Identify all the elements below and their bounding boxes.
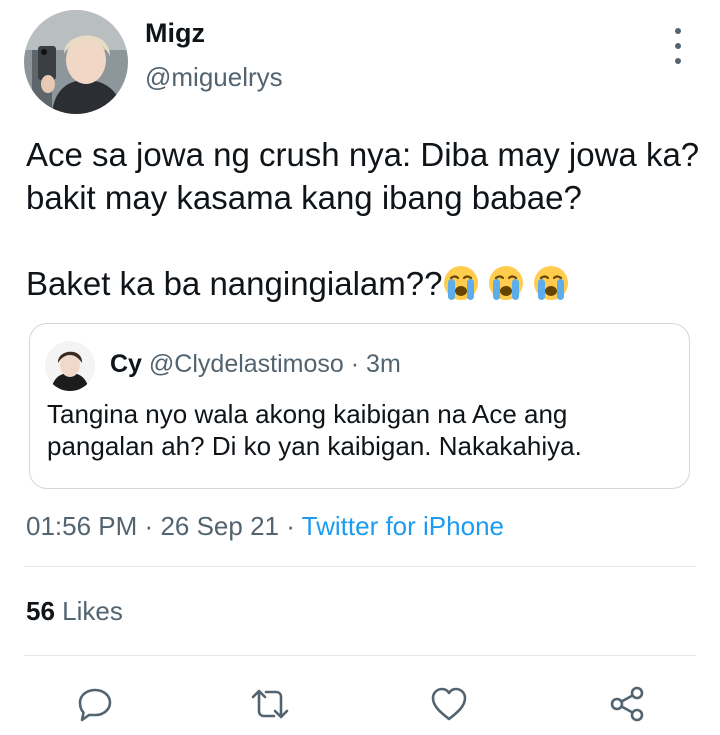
like-icon xyxy=(431,687,467,721)
quoted-separator: · xyxy=(350,350,360,378)
likes-stat[interactable]: 56 Likes xyxy=(26,596,123,627)
loudly-crying-face-icon xyxy=(444,266,479,300)
reply-icon xyxy=(78,688,112,722)
likes-label: Likes xyxy=(62,596,123,626)
likes-count: 56 xyxy=(26,596,55,626)
dot-icon xyxy=(675,28,681,34)
quoted-author-avatar xyxy=(45,341,95,391)
dot-icon xyxy=(675,58,681,64)
tweet-text-line: Ace sa jowa ng crush nya: Diba may jowa … xyxy=(26,136,700,216)
quoted-text: Tangina nyo wala akong kaibigan na Ace a… xyxy=(47,399,582,461)
quoted-header: Cy @Clydelastimoso · 3m xyxy=(110,350,401,379)
author-name[interactable]: Migz xyxy=(145,18,205,49)
loudly-crying-face-icon xyxy=(534,266,569,300)
divider xyxy=(24,566,696,567)
quoted-author-handle[interactable]: @Clydelastimoso xyxy=(149,350,344,378)
quoted-author-name[interactable]: Cy xyxy=(110,350,142,378)
tweet-text: Ace sa jowa ng crush nya: Diba may jowa … xyxy=(26,133,706,305)
meta-separator-2: · xyxy=(286,511,295,541)
reply-button[interactable] xyxy=(75,684,115,724)
author-avatar[interactable] xyxy=(24,10,128,114)
tweet-date[interactable]: 26 Sep 21 xyxy=(160,511,279,541)
share-icon xyxy=(610,686,644,722)
meta-separator: · xyxy=(144,511,154,541)
quoted-tweet[interactable]: Cy @Clydelastimoso · 3m Tangina nyo wala… xyxy=(29,323,690,489)
tweet-source-link[interactable]: Twitter for iPhone xyxy=(302,511,504,541)
divider-2 xyxy=(24,655,696,656)
like-button[interactable] xyxy=(429,684,469,724)
more-options-icon[interactable] xyxy=(664,28,692,64)
dot-icon xyxy=(675,43,681,49)
tweet-meta: 01:56 PM · 26 Sep 21 · Twitter for iPhon… xyxy=(26,511,504,542)
tweet-time[interactable]: 01:56 PM xyxy=(26,511,137,541)
author-handle[interactable]: @miguelrys xyxy=(145,62,283,93)
retweet-icon xyxy=(251,689,289,719)
tweet-text-question: Baket ka ba nangingialam?? xyxy=(26,265,443,302)
quoted-timestamp[interactable]: 3m xyxy=(366,350,401,378)
loudly-crying-face-icon xyxy=(489,266,524,300)
share-button[interactable] xyxy=(607,684,647,724)
retweet-button[interactable] xyxy=(250,684,290,724)
tweet-text-line-2: Baket ka ba nangingialam?? xyxy=(26,262,706,305)
